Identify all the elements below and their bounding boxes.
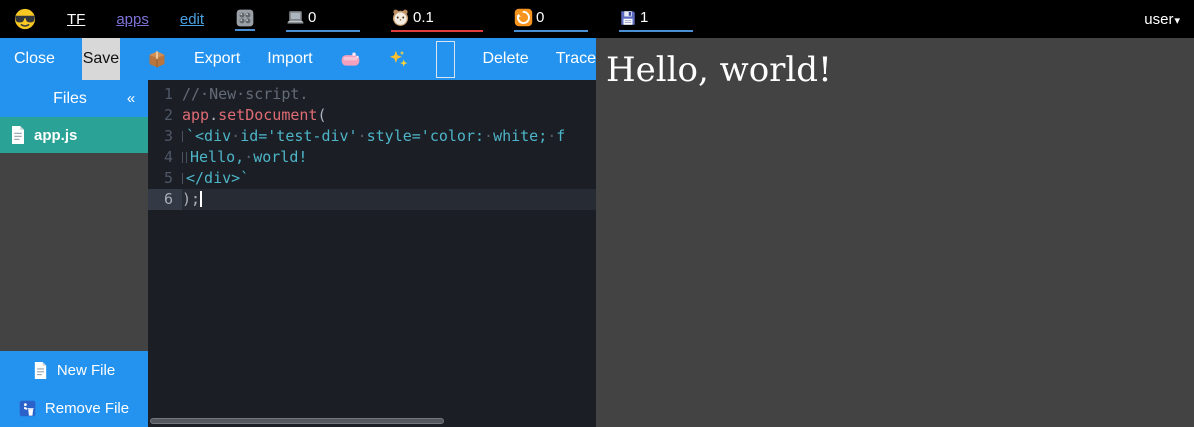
home-emoji-button[interactable] (14, 8, 36, 30)
editor-region: Close Save Export Import (0, 38, 596, 427)
tab-marker (182, 127, 183, 145)
link-edit[interactable]: edit (180, 11, 204, 28)
line-number: 6 (148, 189, 182, 210)
horizontal-scrollbar-thumb[interactable] (150, 418, 444, 424)
soap-icon (340, 49, 361, 70)
new-file-icon (33, 362, 48, 379)
trace-button[interactable]: Trace (556, 50, 596, 68)
code-lines: 1//·New·script.2app.setDocument(3`<div·i… (148, 80, 596, 210)
line-number: 4 (148, 147, 182, 168)
sidebar-filler (0, 153, 148, 351)
apps-grid-button[interactable] (235, 8, 255, 31)
link-apps[interactable]: apps (116, 11, 149, 28)
code-line-content: </div>` (182, 168, 596, 189)
code-line-content: ); (182, 189, 596, 210)
file-name: app.js (34, 127, 77, 144)
code-editor[interactable]: 1//·New·script.2app.setDocument(3`<div·i… (148, 80, 596, 427)
preview-heading: Hello, world! (606, 50, 1194, 90)
line-number: 1 (148, 84, 182, 105)
sunglasses-face-icon (14, 8, 36, 30)
floppy-counter-value: 1 (640, 9, 648, 26)
remove-file-button[interactable]: Remove File (0, 389, 148, 427)
litter-bin-icon (19, 400, 36, 417)
new-file-button[interactable]: New File (0, 351, 148, 389)
import-button[interactable]: Import (267, 50, 312, 68)
topbar: TF apps edit 0 0.1 (0, 0, 1194, 38)
files-sidebar: Files « app.js (0, 80, 148, 427)
floppy-counter[interactable]: 1 (619, 7, 693, 32)
laptop-counter[interactable]: 0 (286, 6, 360, 32)
new-file-label: New File (57, 362, 115, 379)
chevron-down-icon: ▾ (1174, 15, 1180, 27)
line-number: 2 (148, 105, 182, 126)
preview-pane: Hello, world! (596, 38, 1194, 427)
code-line[interactable]: 5</div>` (148, 168, 596, 189)
code-line-content: app.setDocument( (182, 105, 596, 126)
hamster-counter[interactable]: 0.1 (391, 6, 483, 32)
code-line-content: //·New·script. (182, 84, 596, 105)
package-icon (147, 49, 167, 69)
collapse-sidebar-button[interactable]: « (114, 90, 148, 107)
link-tf[interactable]: TF (67, 11, 85, 28)
ai-button[interactable] (388, 49, 409, 70)
control-knobs-icon (235, 8, 255, 28)
file-row-appjs[interactable]: app.js (0, 117, 148, 153)
panes: Files « app.js (0, 80, 596, 427)
delete-button[interactable]: Delete (482, 50, 528, 68)
code-line[interactable]: 3`<div·id='test-div'·style='color:·white… (148, 126, 596, 147)
code-line[interactable]: 1//·New·script. (148, 84, 596, 105)
laptop-icon (286, 8, 305, 27)
user-menu[interactable]: user▾ (1144, 11, 1180, 28)
repeat-counter-value: 0 (536, 9, 544, 26)
repeat-counter[interactable]: 0 (514, 6, 588, 32)
export-button[interactable]: Export (194, 50, 240, 68)
text-cursor (200, 191, 202, 207)
line-number: 5 (148, 168, 182, 189)
clean-button[interactable] (340, 49, 361, 70)
close-button[interactable]: Close (14, 50, 55, 68)
package-button[interactable] (147, 49, 167, 69)
editor-toolbar: Close Save Export Import (0, 38, 596, 80)
code-line-content: `<div·id='test-div'·style='color:·white;… (182, 126, 596, 147)
code-line[interactable]: 6); (148, 189, 596, 210)
code-line[interactable]: 2app.setDocument( (148, 105, 596, 126)
laptop-counter-value: 0 (308, 9, 316, 26)
user-menu-label: user (1144, 11, 1173, 28)
sparkles-icon (388, 49, 409, 70)
code-line[interactable]: 4Hello,·world! (148, 147, 596, 168)
remove-file-label: Remove File (45, 400, 129, 417)
files-header-title: Files (0, 90, 114, 108)
floppy-disk-icon (619, 9, 637, 27)
tab-marker (182, 148, 183, 166)
main-area: Close Save Export Import (0, 38, 1194, 427)
hamster-counter-value: 0.1 (413, 9, 434, 26)
files-header: Files « (0, 80, 148, 117)
code-line-content: Hello,·world! (182, 147, 596, 168)
tab-marker (182, 169, 183, 187)
save-button[interactable]: Save (82, 38, 120, 80)
line-number: 3 (148, 126, 182, 147)
document-icon (10, 126, 26, 144)
tab-marker (186, 148, 187, 166)
repeat-icon (514, 8, 533, 27)
empty-slot-button[interactable] (436, 41, 456, 78)
hamster-icon (391, 8, 410, 27)
